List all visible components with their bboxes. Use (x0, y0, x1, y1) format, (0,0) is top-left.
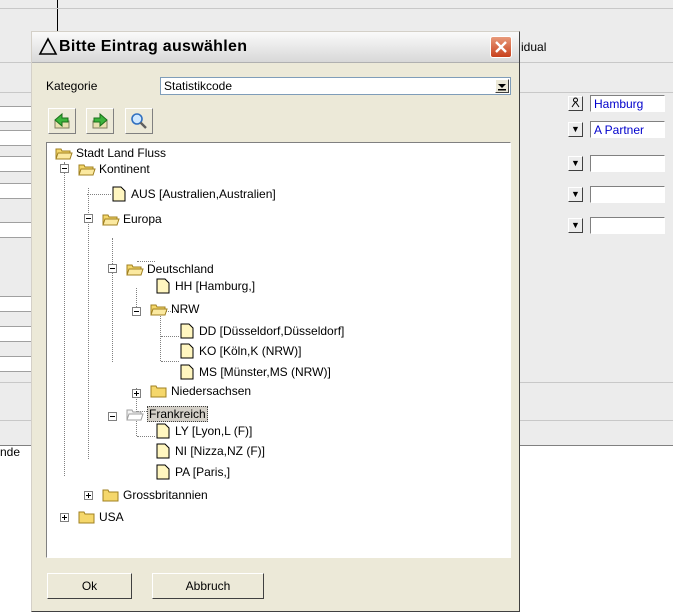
tree-node-label: Niedersachsen (171, 384, 252, 398)
tree-node-aus[interactable]: AUS [Australien,Australien] (110, 184, 410, 204)
select-entry-dialog: Bitte Eintrag auswählen Kategorie Statis… (31, 31, 520, 612)
category-select[interactable]: Statistikcode (160, 77, 511, 95)
tree-node-label: MS [Münster,MS (NRW)] (199, 365, 331, 379)
tree-node-label: NRW (171, 302, 200, 316)
arrow-forward-icon (92, 112, 108, 129)
navigate-forward-button[interactable] (86, 108, 114, 134)
document-icon (180, 343, 194, 359)
tree-node-label: DD [Düsseldorf,Düsseldorf] (199, 324, 345, 338)
close-button[interactable] (490, 36, 512, 58)
tree-node-label: AUS [Australien,Australien] (131, 187, 276, 201)
tree-node-grossbritannien[interactable]: Grossbritannien (94, 485, 294, 505)
folder-open-icon (55, 148, 73, 160)
background-label: nde (0, 445, 21, 459)
document-icon (180, 323, 194, 339)
tree-node-ko[interactable]: KO [Köln,K (NRW)] (178, 341, 428, 361)
lookup-button[interactable] (568, 96, 583, 111)
tree-collapse-toggle[interactable] (60, 164, 69, 173)
person-icon (571, 97, 580, 108)
document-icon (156, 464, 170, 480)
folder-open-icon (102, 214, 120, 226)
chevron-down-icon[interactable] (495, 79, 509, 93)
tree-node-usa[interactable]: USA (70, 507, 270, 527)
background-row-line (0, 8, 673, 9)
tree-node-label: LY [Lyon,L (F)] (175, 424, 253, 438)
document-icon (156, 443, 170, 459)
tree-node-ni[interactable]: NI [Nizza,NZ (F)] (154, 441, 354, 461)
document-icon (112, 186, 126, 202)
folder-closed-icon (150, 385, 167, 398)
tree-collapse-toggle[interactable] (84, 214, 93, 223)
navigate-back-button[interactable] (48, 108, 76, 134)
dialog-title: Bitte Eintrag auswählen (59, 38, 248, 55)
tree-node-label: Grossbritannien (123, 488, 208, 502)
ok-button[interactable]: Ok (47, 573, 132, 599)
close-icon (495, 41, 507, 53)
tree-node-label: Deutschland (147, 262, 214, 276)
dropdown-button[interactable]: ▼ (568, 187, 583, 202)
tree-node-nrw[interactable]: NRW (142, 299, 342, 319)
tree-node-hh[interactable]: HH [Hamburg,] (154, 276, 354, 296)
document-icon (156, 278, 170, 294)
tree-node-kontinent[interactable]: Kontinent (70, 159, 270, 179)
city-field[interactable]: Hamburg (590, 95, 665, 112)
empty-field[interactable] (590, 217, 665, 234)
document-icon (180, 364, 194, 380)
dialog-titlebar[interactable]: Bitte Eintrag auswählen (32, 32, 519, 63)
empty-field[interactable] (590, 155, 665, 172)
cancel-button[interactable]: Abbruch (152, 573, 264, 599)
tree-node-ms[interactable]: MS [Münster,MS (NRW)] (178, 362, 428, 382)
dropdown-arrow-icon: ▼ (571, 189, 580, 199)
document-icon (156, 423, 170, 439)
folder-closed-icon (78, 511, 95, 524)
folder-closed-icon (102, 489, 119, 502)
search-button[interactable] (125, 108, 153, 134)
dropdown-button[interactable]: ▼ (568, 218, 583, 233)
category-value: Statistikcode (164, 79, 233, 93)
tree-node-label: Stadt Land Fluss (76, 146, 167, 160)
tree-node-label: PA [Paris,] (175, 465, 231, 479)
tree-node-europa[interactable]: Europa (94, 209, 294, 229)
category-label: Kategorie (46, 79, 98, 93)
background-label: idual (521, 40, 547, 54)
tree-node-ly[interactable]: LY [Lyon,L (F)] (154, 421, 354, 441)
tree-node-label: HH [Hamburg,] (175, 279, 256, 293)
dropdown-arrow-icon: ▼ (571, 158, 580, 168)
tree-node-label: Europa (123, 212, 162, 226)
dropdown-button[interactable]: ▼ (568, 122, 583, 137)
tree-node-niedersachsen[interactable]: Niedersachsen (142, 381, 342, 401)
tree-node-label: NI [Nizza,NZ (F)] (175, 444, 265, 458)
dropdown-arrow-icon: ▼ (571, 124, 580, 134)
warning-triangle-icon (38, 37, 58, 55)
tree-collapse-toggle[interactable] (108, 412, 117, 421)
tree-node-label: Kontinent (99, 162, 150, 176)
partner-field[interactable]: A Partner (590, 121, 665, 138)
tree-node-label: USA (99, 510, 124, 524)
dropdown-arrow-icon: ▼ (571, 220, 580, 230)
tree-expand-toggle[interactable] (84, 491, 93, 500)
folder-open-icon (126, 409, 144, 421)
tree-collapse-toggle[interactable] (108, 264, 117, 273)
tree-node-dd[interactable]: DD [Düsseldorf,Düsseldorf] (178, 321, 428, 341)
tree-node-pa[interactable]: PA [Paris,] (154, 462, 354, 482)
folder-open-icon (78, 164, 96, 176)
search-icon (131, 113, 147, 129)
folder-open-icon (150, 304, 168, 316)
tree-node-label: KO [Köln,K (NRW)] (199, 344, 302, 358)
tree-collapse-toggle[interactable] (132, 307, 141, 316)
tree-expand-toggle[interactable] (132, 389, 141, 398)
category-tree[interactable]: Stadt Land Fluss Kontinent AUS [Australi… (46, 142, 511, 558)
tree-node-label: Frankreich (147, 406, 208, 422)
arrow-back-icon (54, 112, 70, 129)
empty-field[interactable] (590, 186, 665, 203)
background-divider (57, 0, 58, 32)
folder-open-icon (126, 264, 144, 276)
dropdown-button[interactable]: ▼ (568, 156, 583, 171)
tree-expand-toggle[interactable] (60, 513, 69, 522)
